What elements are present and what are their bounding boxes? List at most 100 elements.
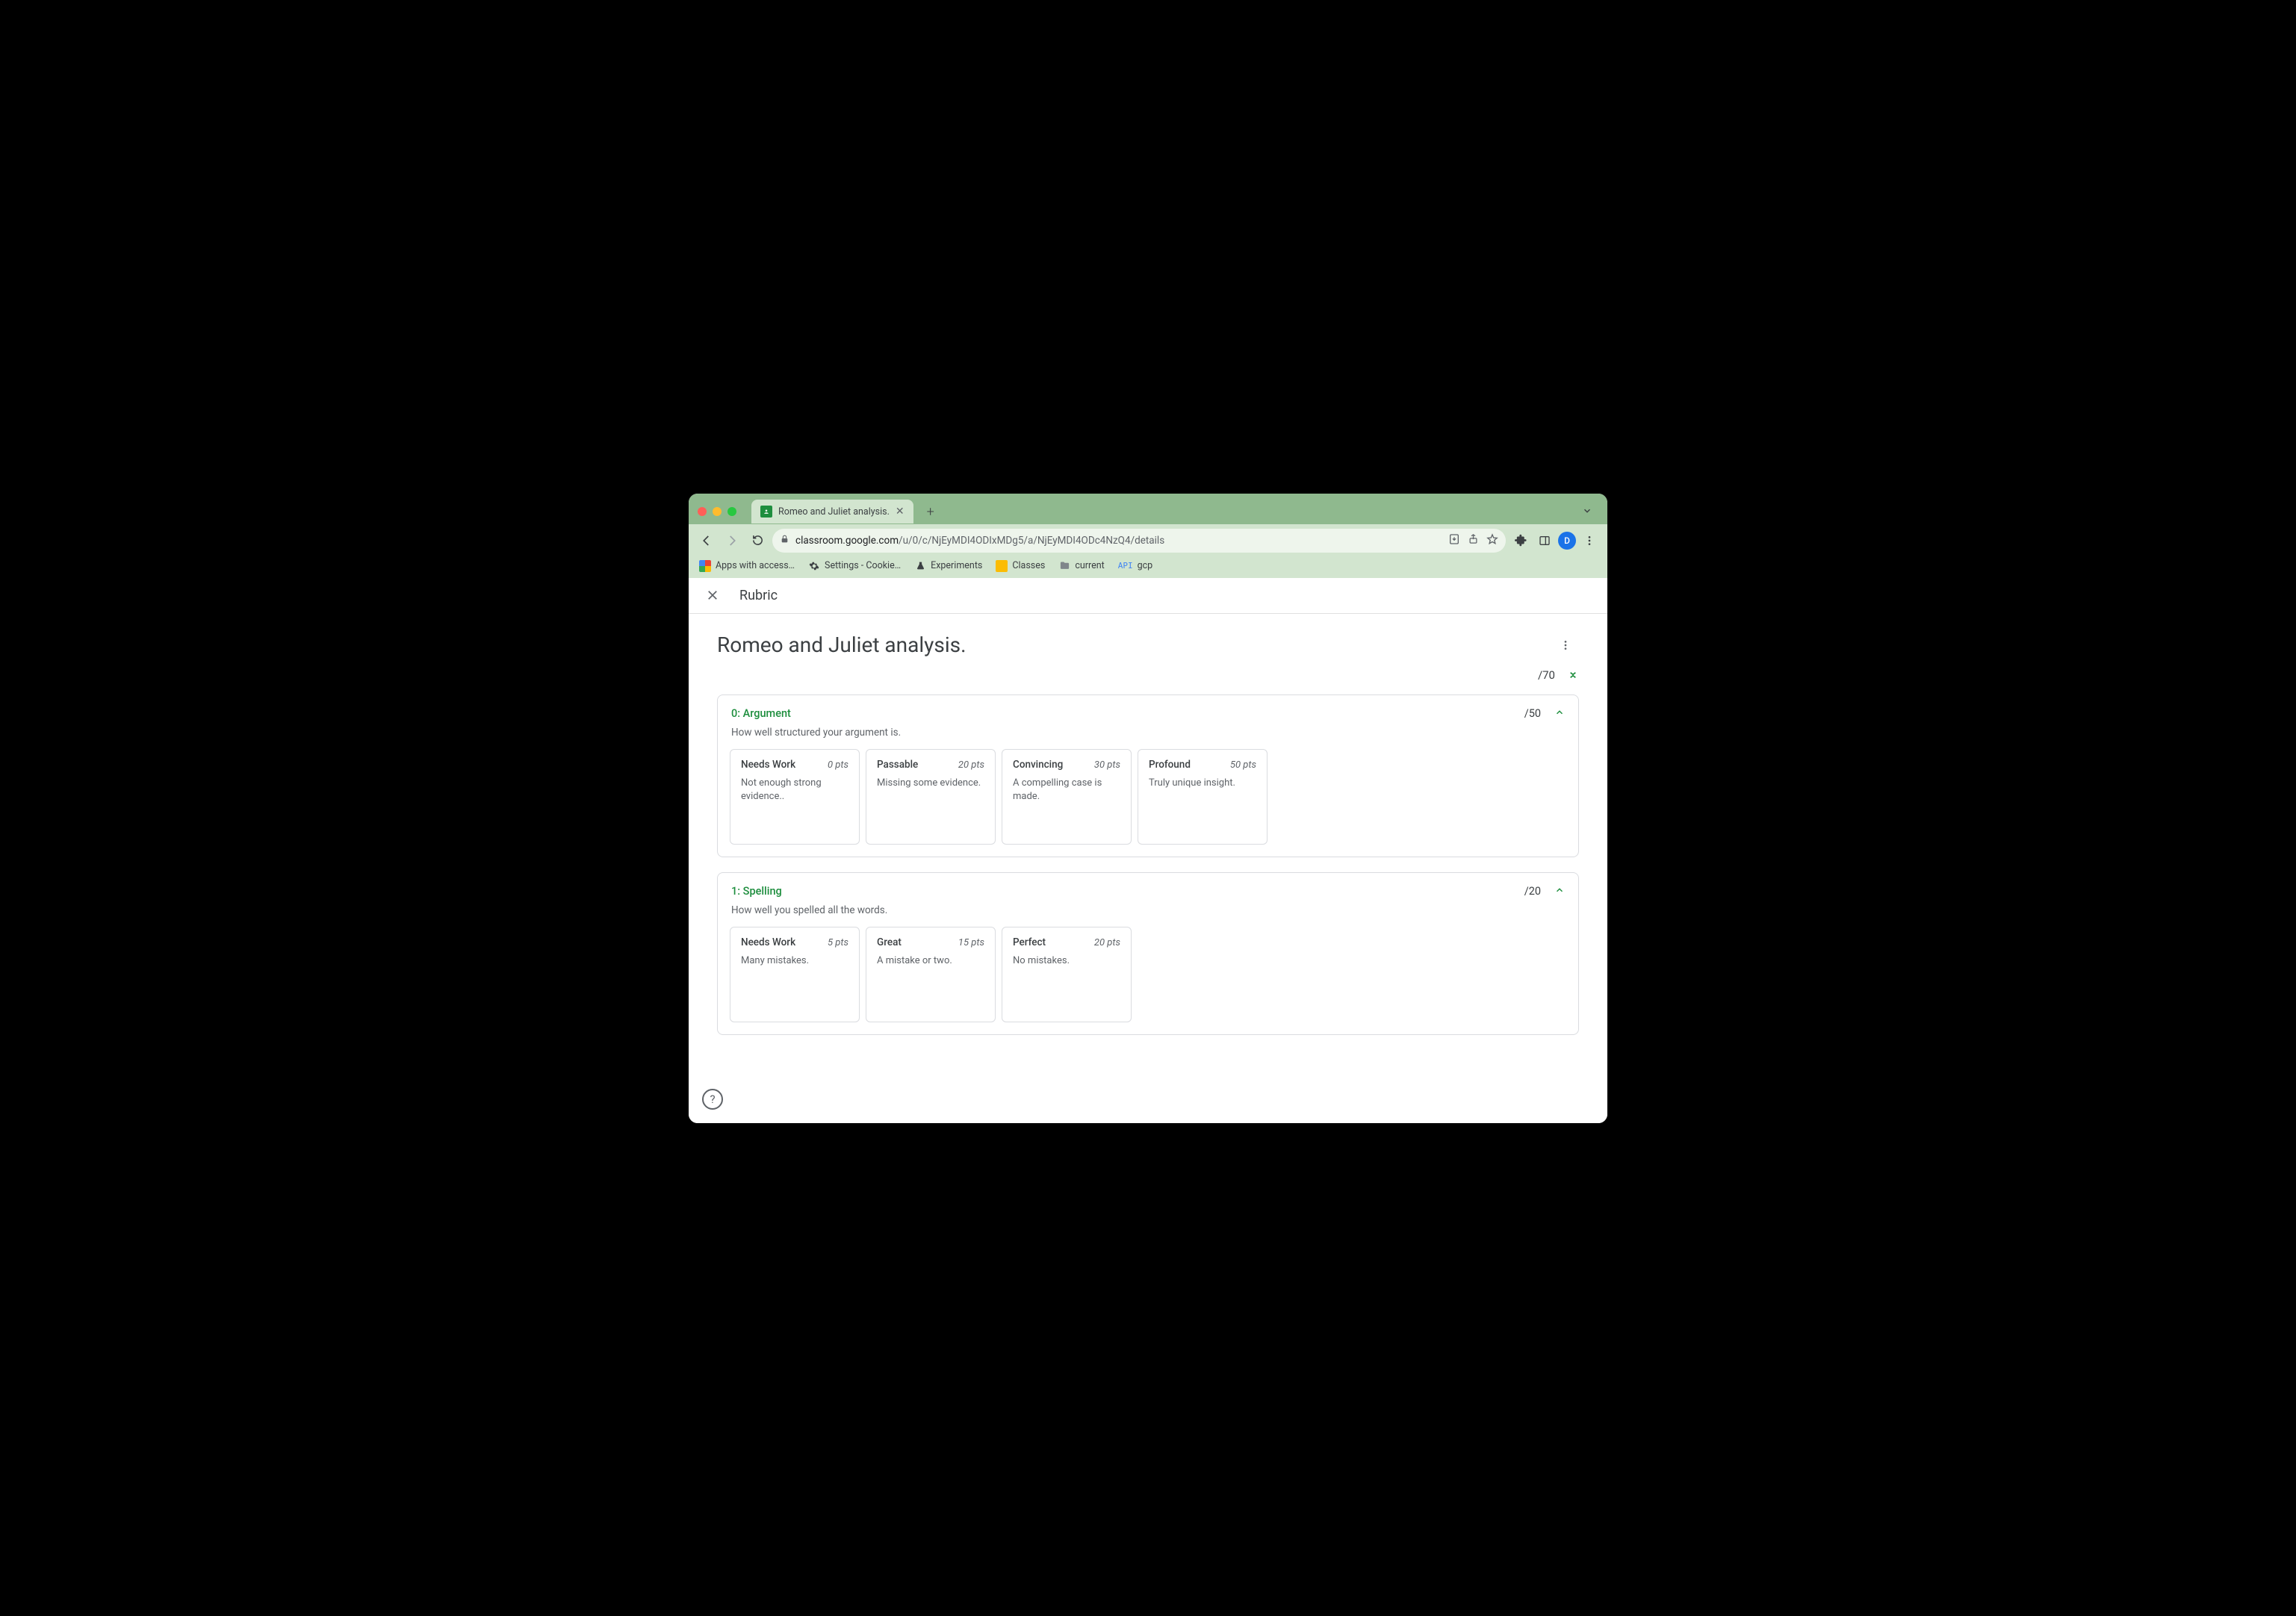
- level-title: Convincing: [1013, 759, 1063, 771]
- level-points: 0 pts: [828, 759, 848, 771]
- bookmark-apps[interactable]: Apps with access…: [699, 560, 795, 572]
- sidepanel-button[interactable]: [1534, 530, 1555, 551]
- folder-icon: [1058, 560, 1070, 572]
- level-description: No mistakes.: [1013, 954, 1120, 968]
- url-text: classroom.google.com/u/0/c/NjEyMDI4ODIxM…: [795, 535, 1164, 547]
- window-maximize-button[interactable]: [727, 507, 736, 516]
- criteria-list: 0: Argument/50How well structured your a…: [717, 694, 1579, 1035]
- bookmark-experiments[interactable]: Experiments: [914, 560, 982, 572]
- profile-avatar[interactable]: D: [1558, 532, 1576, 550]
- topbar-title: Rubric: [739, 588, 778, 603]
- rubric-more-button[interactable]: [1552, 632, 1579, 659]
- criterion-points: /50: [1524, 707, 1541, 720]
- level-points: 5 pts: [828, 937, 848, 948]
- page-content: Rubric Romeo and Juliet analysis. /70 0:…: [689, 578, 1607, 1123]
- install-app-icon[interactable]: [1448, 533, 1460, 548]
- level-card[interactable]: Perfect 20 pts No mistakes.: [1002, 927, 1132, 1022]
- level-header: Needs Work 5 pts: [741, 936, 848, 948]
- criterion-card: 0: Argument/50How well structured your a…: [717, 694, 1579, 857]
- bookmark-api[interactable]: API gcp: [1118, 560, 1152, 571]
- level-header: Passable 20 pts: [877, 759, 984, 771]
- nav-forward-button[interactable]: [722, 530, 742, 551]
- toolbar-row: classroom.google.com/u/0/c/NjEyMDI4ODIxM…: [689, 524, 1607, 557]
- level-title: Perfect: [1013, 936, 1046, 948]
- bookmark-current[interactable]: current: [1058, 560, 1104, 572]
- criterion-header: 1: Spelling/20: [724, 885, 1572, 904]
- level-card[interactable]: Convincing 30 pts A compelling case is mad…: [1002, 749, 1132, 845]
- gear-icon: [808, 560, 820, 572]
- criterion-title: 0: Argument: [731, 707, 1524, 720]
- level-card[interactable]: Great 15 pts A mistake or two.: [866, 927, 996, 1022]
- window-minimize-button[interactable]: [713, 507, 722, 516]
- bookmark-star-icon[interactable]: [1486, 533, 1498, 548]
- extension-row: D: [1510, 530, 1600, 551]
- browser-window: Romeo and Juliet analysis. ✕ +: [689, 494, 1607, 1123]
- level-title: Great: [877, 936, 902, 948]
- tab-title: Romeo and Juliet analysis.: [778, 506, 890, 518]
- level-title: Passable: [877, 759, 918, 771]
- levels-row: Needs Work 5 pts Many mistakes. Great 15 pts…: [724, 927, 1572, 1022]
- level-description: Many mistakes.: [741, 954, 848, 968]
- window-controls: [698, 507, 736, 516]
- classroom-favicon-icon: [760, 506, 772, 518]
- close-rubric-button[interactable]: [704, 586, 722, 604]
- nav-reload-button[interactable]: [747, 530, 768, 551]
- level-title: Profound: [1149, 759, 1191, 771]
- window-close-button[interactable]: [698, 507, 707, 516]
- tabs-menu-button[interactable]: [1582, 505, 1592, 519]
- levels-row: Needs Work 0 pts Not enough strong evidenc…: [724, 749, 1572, 845]
- level-card[interactable]: Passable 20 pts Missing some evidence.: [866, 749, 996, 845]
- level-description: Truly unique insight.: [1149, 777, 1256, 790]
- criterion-header: 0: Argument/50: [724, 707, 1572, 727]
- level-header: Convincing 30 pts: [1013, 759, 1120, 771]
- level-header: Profound50 pts: [1149, 759, 1256, 771]
- criterion-collapse-button[interactable]: [1554, 885, 1565, 898]
- api-icon: API: [1118, 561, 1133, 571]
- level-card[interactable]: Profound50 pts Truly unique insight.: [1138, 749, 1268, 845]
- title-row: Romeo and Juliet analysis.: [717, 632, 1579, 659]
- level-title: Needs Work: [741, 936, 795, 948]
- help-button[interactable]: ?: [702, 1089, 723, 1110]
- nav-back-button[interactable]: [696, 530, 717, 551]
- titlebar: Romeo and Juliet analysis. ✕ +: [689, 494, 1607, 524]
- bookmark-classes[interactable]: Classes: [996, 560, 1045, 572]
- bookmarks-bar: Apps with access… Settings - Cookie… Exp…: [689, 557, 1607, 578]
- collapse-all-button[interactable]: [1567, 668, 1579, 683]
- address-bar-actions: [1448, 533, 1498, 548]
- level-description: A compelling case is made.: [1013, 777, 1120, 804]
- criterion-description: How well structured your argument is.: [724, 727, 1572, 749]
- level-description: A mistake or two.: [877, 954, 984, 968]
- level-header: Needs Work 0 pts: [741, 759, 848, 771]
- criterion-points: /20: [1524, 885, 1541, 898]
- level-points: 20 pts: [958, 759, 984, 771]
- rubric-body: Romeo and Juliet analysis. /70 0: Argume…: [689, 614, 1607, 1068]
- level-points: 15 pts: [958, 937, 984, 948]
- criterion-collapse-button[interactable]: [1554, 707, 1565, 721]
- new-tab-button[interactable]: +: [919, 500, 942, 524]
- level-header: Perfect 20 pts: [1013, 936, 1120, 948]
- total-row: /70: [717, 659, 1579, 694]
- chrome-menu-button[interactable]: [1579, 530, 1600, 551]
- address-bar[interactable]: classroom.google.com/u/0/c/NjEyMDI4ODIxM…: [772, 529, 1506, 553]
- classes-icon: [996, 560, 1008, 572]
- extensions-button[interactable]: [1510, 530, 1531, 551]
- level-title: Needs Work: [741, 759, 795, 771]
- criterion-title: 1: Spelling: [731, 885, 1524, 898]
- level-header: Great 15 pts: [877, 936, 984, 948]
- level-description: Missing some evidence.: [877, 777, 984, 790]
- level-card[interactable]: Needs Work 5 pts Many mistakes.: [730, 927, 860, 1022]
- tab-close-icon[interactable]: ✕: [896, 506, 905, 518]
- flask-icon: [914, 560, 926, 572]
- level-description: Not enough strong evidence..: [741, 777, 848, 804]
- criterion-card: 1: Spelling/20How well you spelled all t…: [717, 872, 1579, 1035]
- level-points: 20 pts: [1094, 937, 1120, 948]
- criterion-description: How well you spelled all the words.: [724, 904, 1572, 927]
- share-icon[interactable]: [1468, 533, 1479, 548]
- total-points-label: /70: [1538, 668, 1555, 682]
- bookmark-settings[interactable]: Settings - Cookie…: [808, 560, 901, 572]
- level-points: 30 pts: [1094, 759, 1120, 771]
- rubric-topbar: Rubric: [689, 578, 1607, 614]
- lock-icon: [780, 534, 789, 547]
- level-card[interactable]: Needs Work 0 pts Not enough strong evidenc…: [730, 749, 860, 845]
- browser-tab[interactable]: Romeo and Juliet analysis. ✕: [751, 500, 913, 523]
